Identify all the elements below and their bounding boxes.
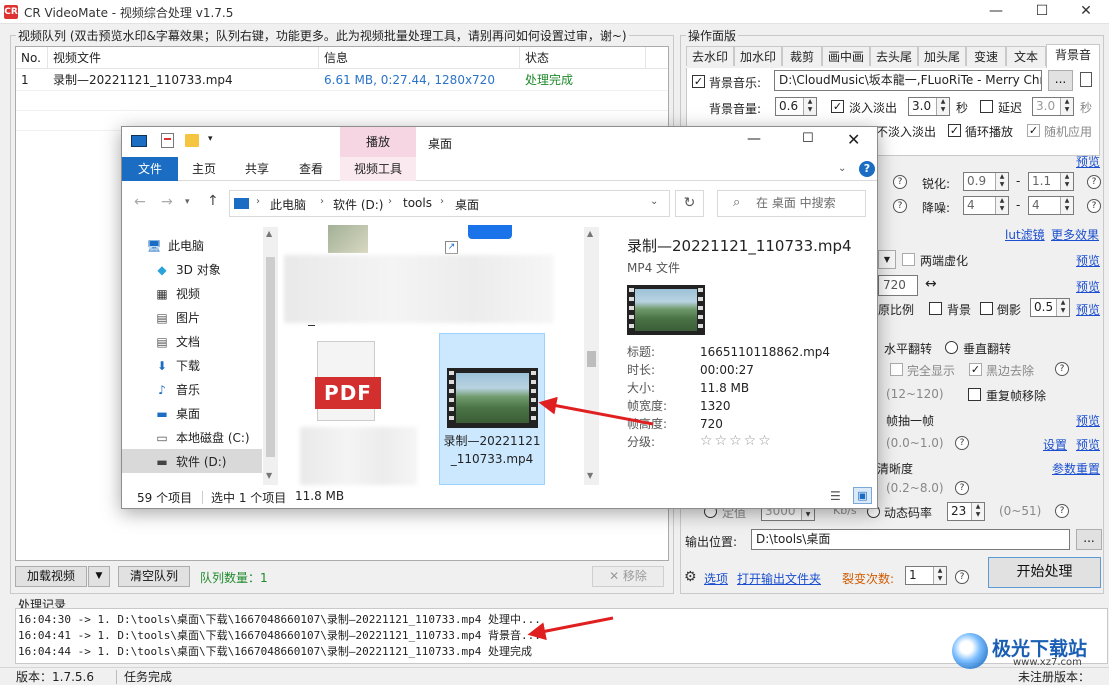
arrow-to-log-line — [527, 616, 614, 641]
arrow-to-video-file — [538, 396, 654, 426]
annotation-arrows — [527, 396, 654, 641]
